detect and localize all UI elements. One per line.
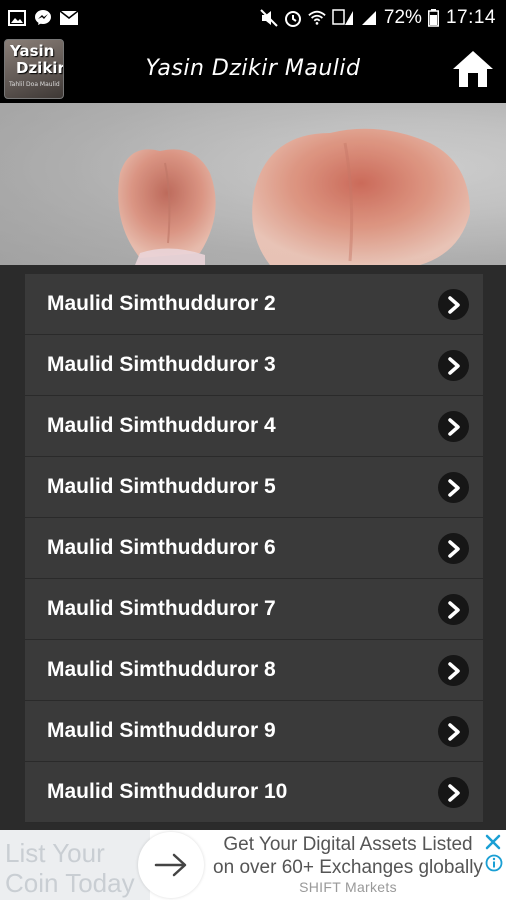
sim-signal-icon bbox=[332, 8, 354, 27]
chevron-right-icon[interactable] bbox=[438, 411, 469, 442]
ad-arrow-button[interactable] bbox=[138, 832, 204, 898]
mail-icon bbox=[60, 9, 78, 27]
chevron-right-icon[interactable] bbox=[438, 472, 469, 503]
list-item[interactable]: Maulid Simthudduror 10 bbox=[25, 762, 483, 823]
home-button[interactable] bbox=[450, 47, 496, 91]
home-icon bbox=[453, 51, 493, 87]
list-item-label: Maulid Simthudduror 6 bbox=[47, 536, 276, 559]
praying-hands-illustration bbox=[0, 103, 506, 265]
ad-left-panel: List Your Coin Today bbox=[0, 830, 150, 900]
chevron-right-icon[interactable] bbox=[438, 777, 469, 808]
status-left-icons bbox=[0, 9, 78, 27]
battery-icon bbox=[428, 8, 440, 27]
list-item[interactable]: Maulid Simthudduror 4 bbox=[25, 396, 483, 457]
list-item-label: Maulid Simthudduror 3 bbox=[47, 353, 276, 376]
image-icon bbox=[8, 9, 26, 27]
messenger-icon bbox=[34, 9, 52, 27]
ad-left-line-2: Coin Today bbox=[5, 868, 135, 898]
list-item-label: Maulid Simthudduror 4 bbox=[47, 414, 276, 437]
signal-icon bbox=[360, 9, 378, 27]
list-item-label: Maulid Simthudduror 7 bbox=[47, 597, 276, 620]
list-item[interactable]: Maulid Simthudduror 2 bbox=[25, 274, 483, 335]
ad-info-icon[interactable] bbox=[485, 854, 503, 872]
chevron-right-icon[interactable] bbox=[438, 655, 469, 686]
battery-percent: 72% bbox=[383, 6, 422, 28]
list-item-label: Maulid Simthudduror 8 bbox=[47, 658, 276, 681]
alarm-icon bbox=[284, 9, 302, 27]
chevron-right-icon[interactable] bbox=[438, 716, 469, 747]
banner-image bbox=[0, 103, 506, 265]
chevron-right-icon[interactable] bbox=[438, 594, 469, 625]
chevron-right-icon[interactable] bbox=[438, 350, 469, 381]
list-item-label: Maulid Simthudduror 9 bbox=[47, 719, 276, 742]
list-item[interactable]: Maulid Simthudduror 9 bbox=[25, 701, 483, 762]
ad-left-line-1: List Your bbox=[5, 838, 105, 868]
list-item[interactable]: Maulid Simthudduror 3 bbox=[25, 335, 483, 396]
list-item-label: Maulid Simthudduror 10 bbox=[47, 780, 288, 803]
app-title: Yasin Dzikir Maulid bbox=[145, 56, 361, 81]
ad-headline[interactable]: Get Your Digital Assets Listed on over 6… bbox=[212, 833, 484, 879]
arrow-right-icon bbox=[154, 853, 187, 877]
maulid-list: Maulid Simthudduror 2 Maulid Simthudduro… bbox=[25, 274, 483, 823]
status-bar: 72% 17:14 bbox=[0, 0, 506, 35]
clock: 17:14 bbox=[445, 6, 496, 28]
list-item-label: Maulid Simthudduror 5 bbox=[47, 475, 276, 498]
app-bar: Yasin Dzikir Tahlil Doa Maulid Yasin Dzi… bbox=[0, 35, 506, 103]
chevron-right-icon[interactable] bbox=[438, 533, 469, 564]
list-item[interactable]: Maulid Simthudduror 8 bbox=[25, 640, 483, 701]
wifi-icon bbox=[308, 9, 326, 27]
ad-banner[interactable]: List Your Coin Today Get Your Digital As… bbox=[0, 830, 506, 900]
list-item[interactable]: Maulid Simthudduror 5 bbox=[25, 457, 483, 518]
mute-icon bbox=[260, 8, 278, 27]
ad-close-icon[interactable] bbox=[484, 833, 502, 851]
ad-advertiser: SHIFT Markets bbox=[299, 879, 397, 895]
list-item[interactable]: Maulid Simthudduror 7 bbox=[25, 579, 483, 640]
chevron-right-icon[interactable] bbox=[438, 289, 469, 320]
list-item-label: Maulid Simthudduror 2 bbox=[47, 292, 276, 315]
list-item[interactable]: Maulid Simthudduror 6 bbox=[25, 518, 483, 579]
status-right-icons: 72% 17:14 bbox=[260, 7, 506, 29]
